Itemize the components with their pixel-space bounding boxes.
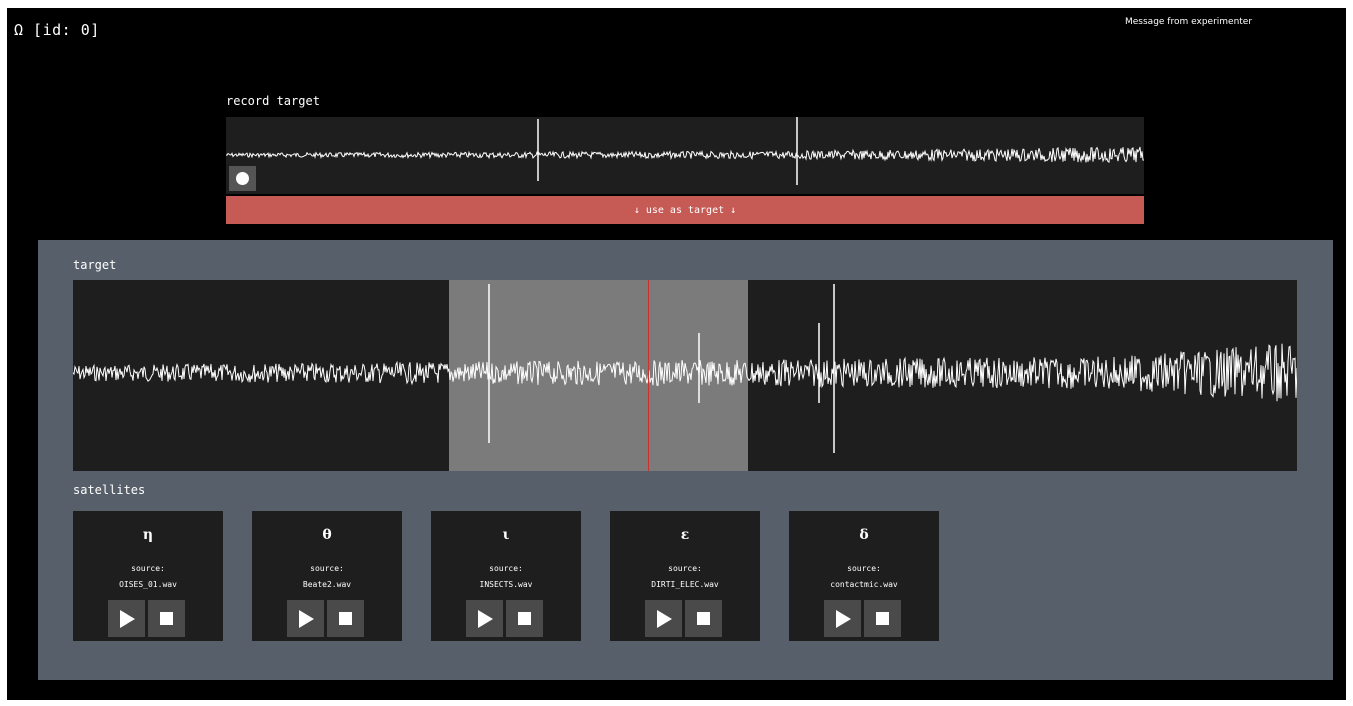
app-screen: Ω [id: 0] Message from experimenter reco…: [7, 8, 1346, 700]
record-button[interactable]: [229, 166, 256, 191]
record-target-label: record target: [226, 94, 320, 108]
stop-icon: [339, 612, 352, 625]
play-button[interactable]: [466, 600, 503, 637]
satellite-card: ε source: DIRTI_ELEC.wav: [610, 511, 760, 641]
session-id: Ω [id: 0]: [14, 21, 100, 39]
stop-button[interactable]: [864, 600, 901, 637]
stop-button[interactable]: [327, 600, 364, 637]
stop-button[interactable]: [685, 600, 722, 637]
source-label: source:: [668, 564, 702, 573]
target-waveform-graphic: [73, 284, 1297, 453]
source-label: source:: [489, 564, 523, 573]
source-filename: INSECTS.wav: [479, 580, 533, 589]
satellite-symbol: δ: [859, 527, 869, 543]
stop-button[interactable]: [506, 600, 543, 637]
play-icon: [299, 610, 314, 628]
satellites-label: satellites: [73, 483, 146, 497]
record-icon: [236, 172, 249, 185]
source-filename: DIRTI_ELEC.wav: [651, 580, 719, 589]
stop-button[interactable]: [148, 600, 185, 637]
play-icon: [657, 610, 672, 628]
play-button[interactable]: [645, 600, 682, 637]
play-icon: [120, 610, 135, 628]
target-waveform[interactable]: [73, 280, 1297, 471]
satellite-card: θ source: Beate2.wav: [252, 511, 402, 641]
stop-icon: [518, 612, 531, 625]
play-icon: [478, 610, 493, 628]
satellite-card: ι source: INSECTS.wav: [431, 511, 581, 641]
source-filename: contactmic.wav: [830, 580, 898, 589]
satellite-card: η source: OISES_01.wav: [73, 511, 223, 641]
stop-icon: [697, 612, 710, 625]
play-button[interactable]: [824, 600, 861, 637]
source-filename: OISES_01.wav: [119, 580, 177, 589]
target-panel: target satellites η source: OISES_01.wav…: [38, 240, 1333, 680]
source-label: source:: [310, 564, 344, 573]
satellite-symbol: ι: [502, 527, 510, 543]
play-button[interactable]: [287, 600, 324, 637]
source-label: source:: [847, 564, 881, 573]
satellite-card: δ source: contactmic.wav: [789, 511, 939, 641]
use-as-target-button[interactable]: ↓ use as target ↓: [226, 196, 1144, 224]
play-icon: [836, 610, 851, 628]
satellite-symbol: θ: [322, 527, 332, 543]
satellite-symbol: η: [142, 527, 154, 543]
source-label: source:: [131, 564, 165, 573]
source-filename: Beate2.wav: [302, 580, 352, 589]
playhead[interactable]: [648, 280, 649, 471]
experimenter-message: Message from experimenter: [1125, 17, 1253, 27]
record-waveform-graphic: [226, 117, 1144, 185]
target-label: target: [73, 258, 117, 272]
stop-icon: [876, 612, 889, 625]
stop-icon: [160, 612, 173, 625]
play-button[interactable]: [108, 600, 145, 637]
record-waveform[interactable]: [226, 117, 1144, 194]
satellite-symbol: ε: [680, 527, 690, 543]
